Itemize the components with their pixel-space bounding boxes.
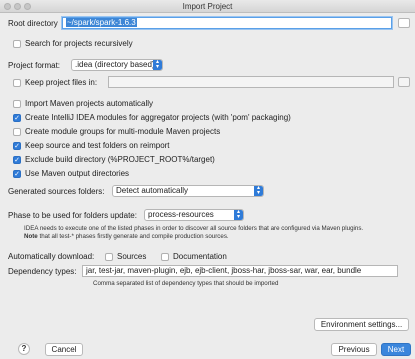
root-directory-label: Root directory <box>8 19 58 28</box>
next-button[interactable]: Next <box>381 343 411 356</box>
keep-project-files-label: Keep project files in: <box>25 78 98 87</box>
phase-note-line2: Note that all test-* phases firstly gene… <box>24 232 229 240</box>
phase-value: process-resources <box>148 210 214 219</box>
search-recursively-label: Search for projects recursively <box>25 39 133 48</box>
dependency-types-label: Dependency types: <box>8 267 77 276</box>
keep-source-folders-checkbox[interactable]: ✓ <box>13 142 21 150</box>
download-sources-label: Sources <box>117 252 147 261</box>
import-maven-auto-checkbox[interactable] <box>13 100 21 108</box>
use-maven-output-checkbox[interactable]: ✓ <box>13 170 21 178</box>
create-aggregator-modules-checkbox[interactable]: ✓ <box>13 114 21 122</box>
chevron-updown-icon: ▴ ▾ <box>234 210 243 220</box>
chevron-updown-icon: ▴ ▾ <box>254 186 263 196</box>
generated-sources-value: Detect automatically <box>116 186 189 195</box>
chevron-updown-icon: ▴ ▾ <box>153 60 162 70</box>
project-format-label: Project format: <box>8 61 61 70</box>
previous-button[interactable]: Previous <box>331 343 377 356</box>
dependency-types-hint: Comma separated list of dependency types… <box>93 280 279 287</box>
exclude-build-dir-label: Exclude build directory (%PROJECT_ROOT%/… <box>25 155 215 164</box>
auto-download-label: Automatically download: <box>8 252 95 261</box>
project-format-value: .idea (directory based) <box>75 60 155 69</box>
title-bar: Import Project <box>0 0 415 13</box>
phase-select[interactable]: process-resources ▴ ▾ <box>144 209 244 221</box>
project-format-select[interactable]: .idea (directory based) ▴ ▾ <box>71 59 163 71</box>
window-title: Import Project <box>182 2 233 11</box>
keep-source-folders-label: Keep source and test folders on reimport <box>25 141 170 150</box>
environment-settings-button[interactable]: Environment settings... <box>314 318 409 331</box>
phase-note-bold: Note <box>24 232 38 240</box>
generated-sources-select[interactable]: Detect automatically ▴ ▾ <box>112 185 264 197</box>
dependency-types-field[interactable]: jar, test-jar, maven-plugin, ejb, ejb-cl… <box>82 265 398 277</box>
exclude-build-dir-checkbox[interactable]: ✓ <box>13 156 21 164</box>
phase-note-line1: IDEA needs to execute one of the listed … <box>24 225 364 232</box>
search-recursively-checkbox[interactable] <box>13 40 21 48</box>
root-directory-field[interactable]: ~/spark/spark-1.6.3 <box>62 17 392 29</box>
cancel-button[interactable]: Cancel <box>45 343 83 356</box>
generated-sources-label: Generated sources folders: <box>8 187 105 196</box>
download-documentation-label: Documentation <box>173 252 227 261</box>
create-aggregator-modules-label: Create IntelliJ IDEA modules for aggrega… <box>25 113 291 122</box>
download-sources-checkbox[interactable] <box>105 253 113 261</box>
create-module-groups-checkbox[interactable] <box>13 128 21 136</box>
keep-project-files-checkbox[interactable] <box>13 79 21 87</box>
create-module-groups-label: Create module groups for multi-module Ma… <box>25 127 221 136</box>
keep-project-files-browse-button[interactable] <box>398 77 410 87</box>
keep-project-files-field[interactable] <box>108 76 394 88</box>
help-button[interactable]: ? <box>18 343 30 355</box>
phase-note: IDEA needs to execute one of the listed … <box>24 225 363 240</box>
import-project-form: Root directory ~/spark/spark-1.6.3 Searc… <box>0 14 415 359</box>
phase-label: Phase to be used for folders update: <box>8 211 137 220</box>
use-maven-output-label: Use Maven output directories <box>25 169 130 178</box>
root-directory-browse-button[interactable] <box>398 18 410 28</box>
import-maven-auto-label: Import Maven projects automatically <box>25 99 154 108</box>
download-documentation-checkbox[interactable] <box>161 253 169 261</box>
